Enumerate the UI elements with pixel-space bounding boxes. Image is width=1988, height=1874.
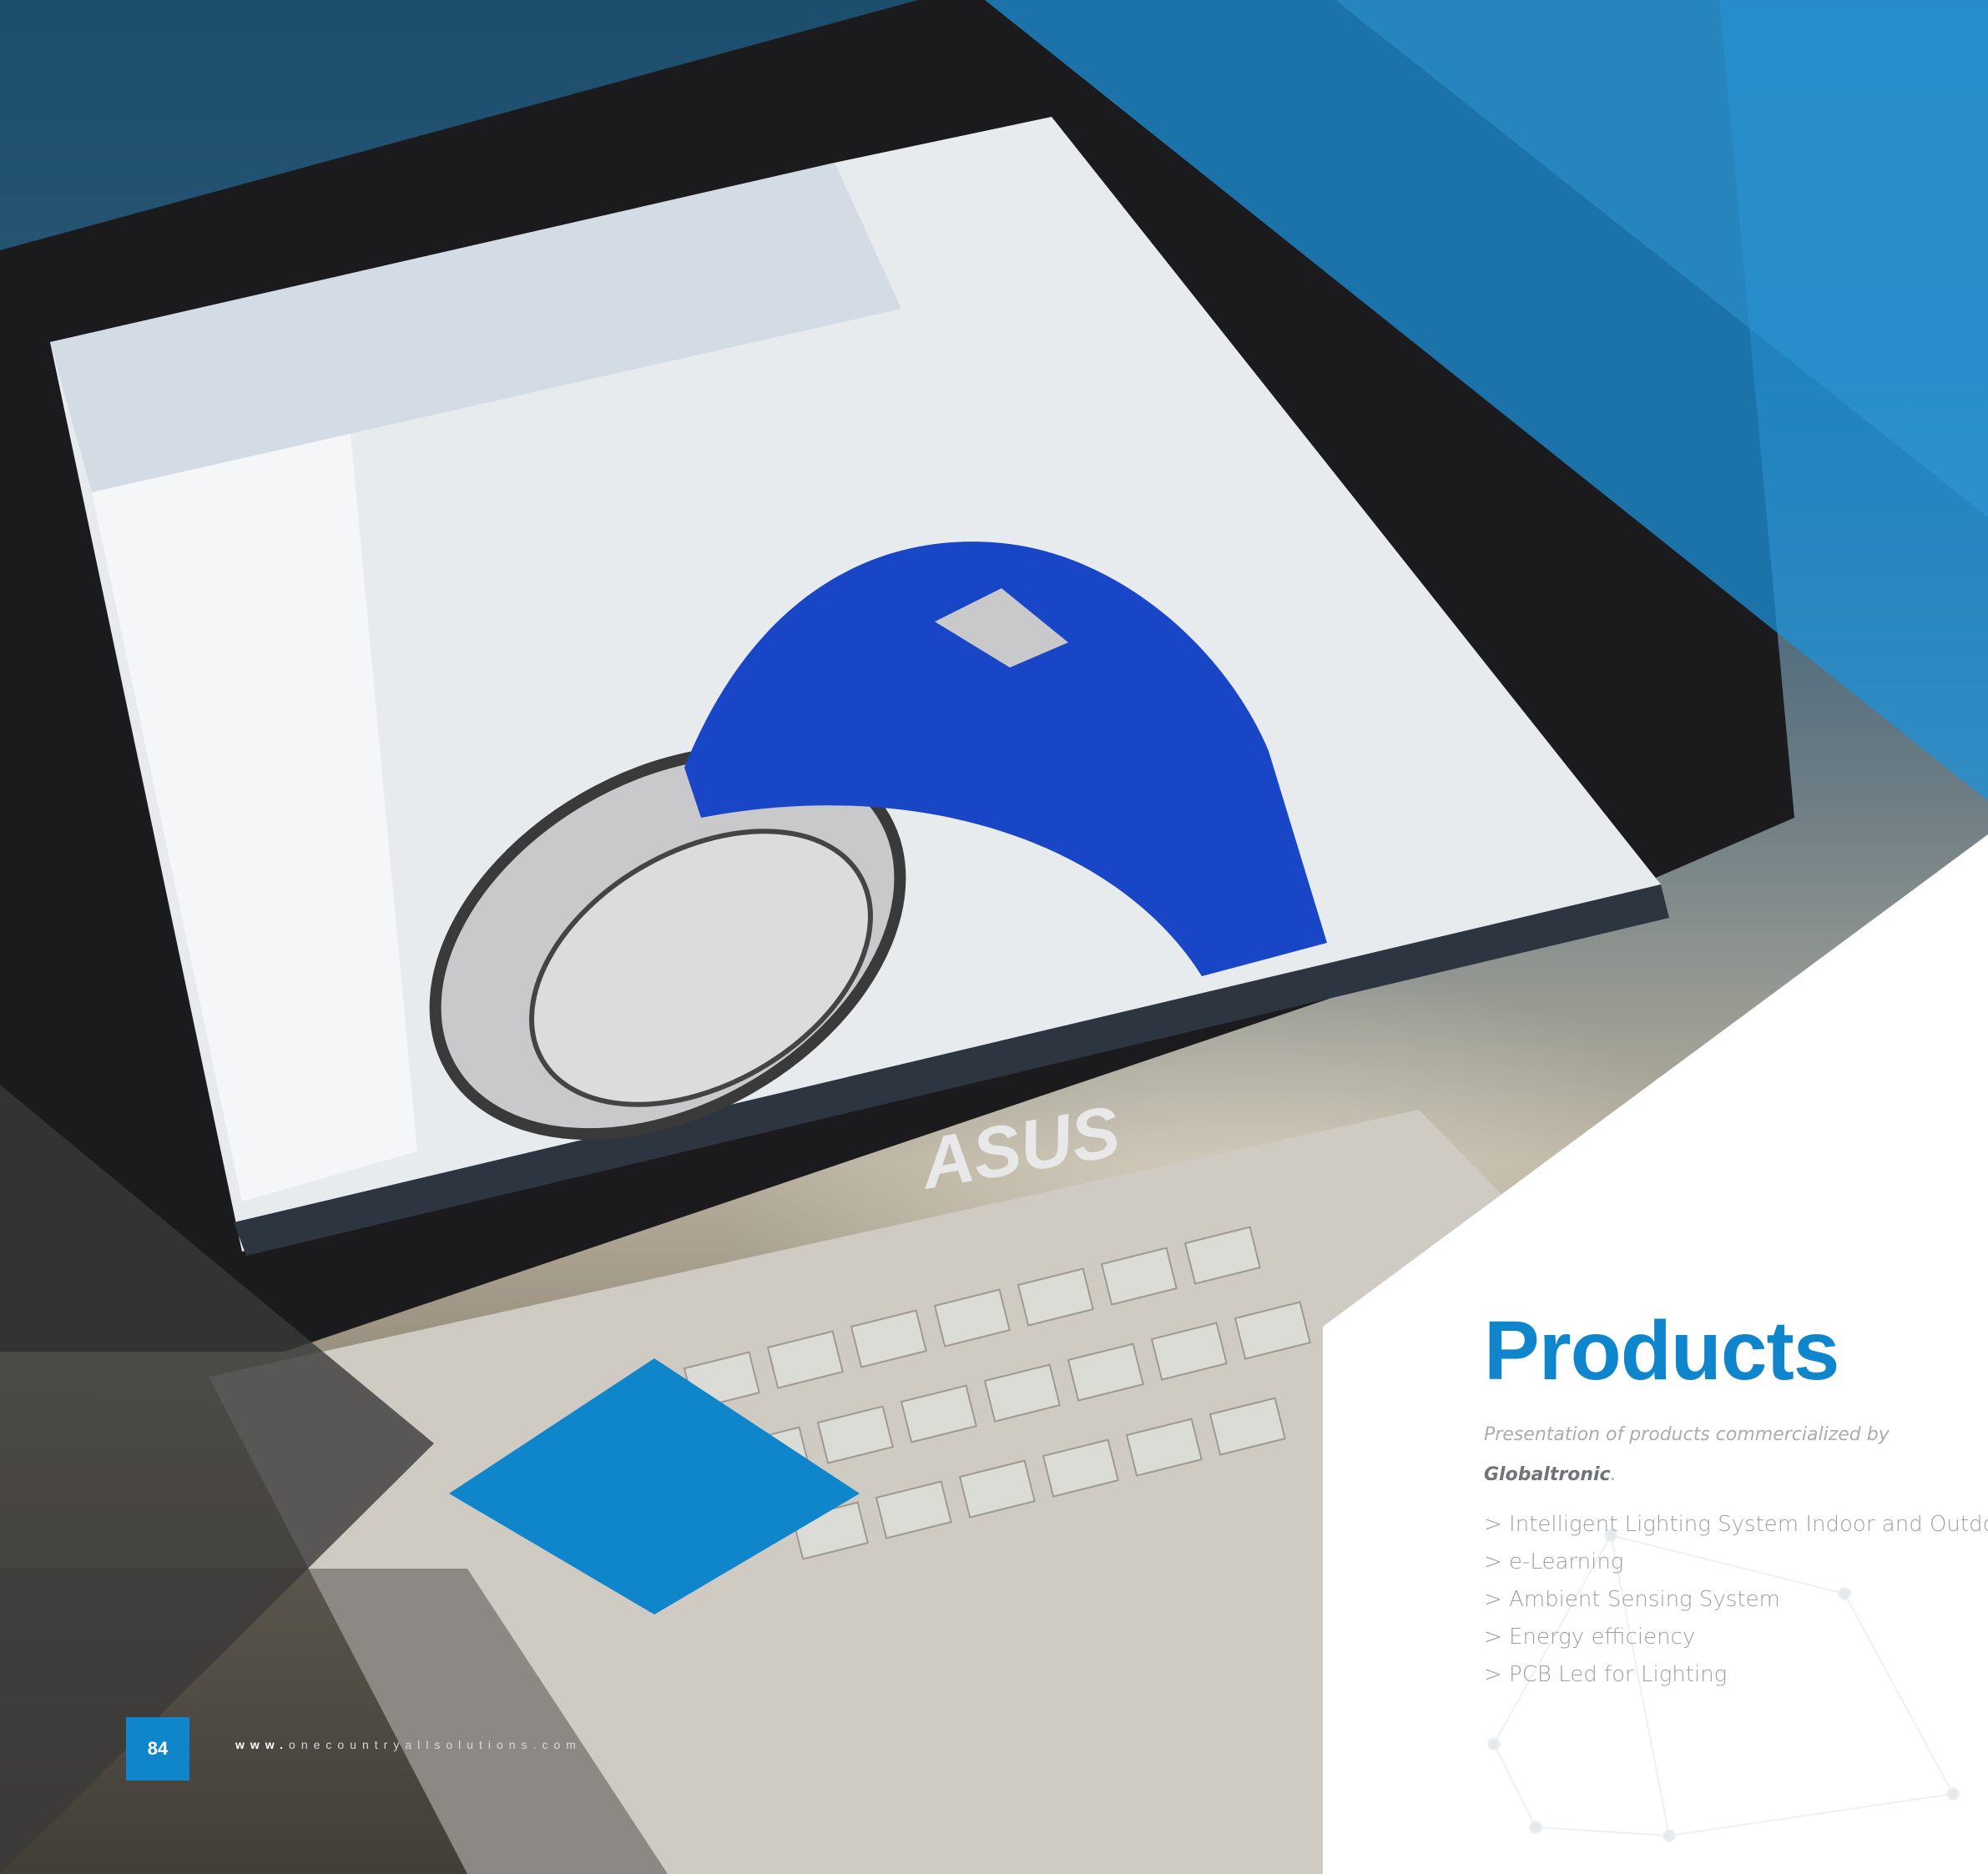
bottom-dark-band xyxy=(0,1569,668,1874)
subtitle-end: . xyxy=(1610,1464,1617,1485)
list-item: > Energy efficiency xyxy=(1484,1625,1696,1650)
page-number-badge: 84 xyxy=(126,1717,189,1781)
page-title: Products xyxy=(1484,1304,1839,1398)
list-item: > Ambient Sensing System xyxy=(1484,1587,1780,1612)
list-item: > PCB Led for Lighting xyxy=(1484,1662,1728,1687)
website-prefix: www. xyxy=(235,1738,290,1751)
subtitle-brand: Globaltronic xyxy=(1484,1464,1611,1485)
page-subtitle: Presentation of products commercialized … xyxy=(1484,1415,1985,1495)
list-item: > e-Learning xyxy=(1484,1549,1624,1574)
subtitle-text: Presentation of products commercialized … xyxy=(1484,1424,1890,1445)
product-list: > Intelligent Lighting System Indoor and… xyxy=(1484,1506,1988,1694)
blue-diamond xyxy=(449,1358,860,1615)
list-item: > Intelligent Lighting System Indoor and… xyxy=(1484,1512,1988,1537)
website-domain: onecountryallsolutions.com xyxy=(289,1738,582,1751)
website-url[interactable]: www.onecountryallsolutions.com xyxy=(235,1738,582,1751)
